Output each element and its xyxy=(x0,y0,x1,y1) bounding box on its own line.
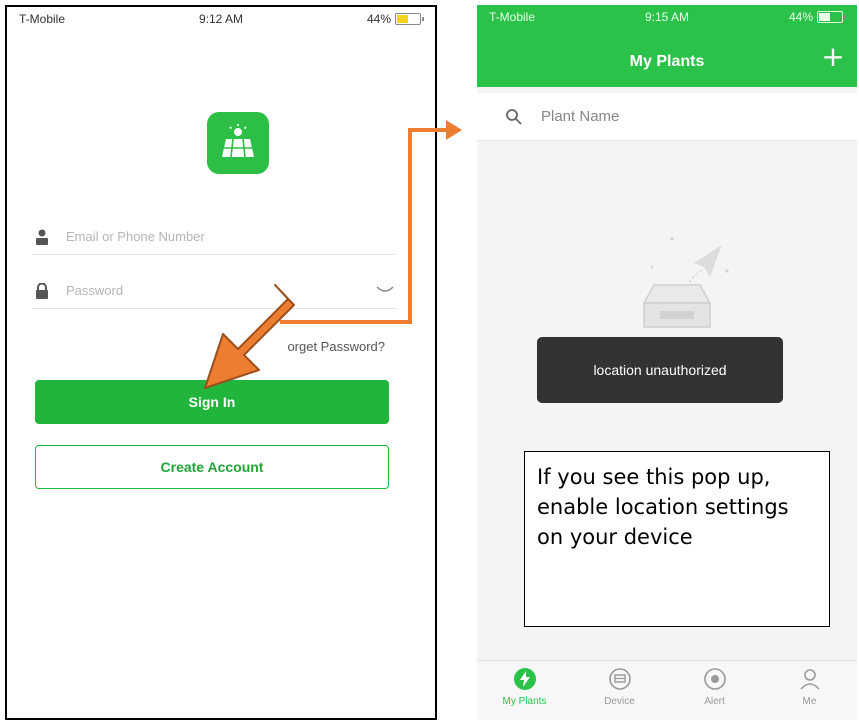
tab-label: Me xyxy=(802,696,817,707)
battery-icon xyxy=(395,13,424,25)
battery-percent: 44% xyxy=(366,12,391,26)
forgot-password-link[interactable]: orget Password? xyxy=(287,339,385,354)
password-input[interactable] xyxy=(66,283,326,298)
battery-percent: 44% xyxy=(788,10,813,24)
battery-icon xyxy=(817,11,846,23)
tab-alert[interactable]: Alert xyxy=(667,661,762,720)
password-field-row xyxy=(32,273,395,309)
tab-device[interactable]: Device xyxy=(572,661,667,720)
tab-me[interactable]: Me xyxy=(762,661,857,720)
lock-icon xyxy=(32,281,52,301)
sign-in-button[interactable]: Sign In xyxy=(35,380,389,424)
instruction-callout: If you see this pop up, enable location … xyxy=(524,451,830,627)
plant-search-input[interactable] xyxy=(541,108,821,125)
login-screen: T-Mobile 9:12 AM 44% Email or Phone Numb… xyxy=(5,5,437,720)
bottom-tab-bar: My Plants Device Alert Me xyxy=(477,660,857,720)
clock: 9:12 AM xyxy=(198,12,244,26)
battery-indicator: 44% xyxy=(366,12,424,26)
location-toast: location unauthorized xyxy=(537,337,783,403)
clock: 9:15 AM xyxy=(644,10,690,24)
tab-my-plants[interactable]: My Plants xyxy=(477,661,572,720)
solar-panel-icon xyxy=(207,112,269,174)
my-plants-screen: T-Mobile 9:15 AM 44% My Plants + locatio… xyxy=(477,5,857,720)
alert-icon xyxy=(703,668,726,690)
tab-label: My Plants xyxy=(502,696,547,707)
user-icon xyxy=(32,227,52,247)
search-bar xyxy=(477,93,857,141)
add-plant-button[interactable]: + xyxy=(819,43,847,71)
lightning-icon xyxy=(513,668,536,690)
status-bar: T-Mobile 9:15 AM 44% xyxy=(477,5,857,27)
tab-label: Device xyxy=(604,696,635,707)
empty-inbox-icon xyxy=(642,237,729,328)
device-icon xyxy=(608,668,631,690)
status-bar: T-Mobile 9:12 AM 44% xyxy=(7,7,435,29)
header-bar: T-Mobile 9:15 AM 44% My Plants + xyxy=(477,5,857,87)
connector-arrowhead xyxy=(446,120,462,140)
battery-indicator: 44% xyxy=(788,10,846,24)
email-input[interactable] xyxy=(66,229,326,244)
create-account-button[interactable]: Create Account xyxy=(35,445,389,489)
email-field-row xyxy=(32,219,395,255)
page-title: My Plants xyxy=(629,53,705,70)
tab-label: Alert xyxy=(704,696,725,707)
eye-closed-icon[interactable] xyxy=(375,283,395,297)
carrier-label: T-Mobile xyxy=(489,10,536,24)
carrier-label: T-Mobile xyxy=(19,12,66,26)
search-icon xyxy=(506,108,522,125)
user-icon xyxy=(799,669,820,690)
